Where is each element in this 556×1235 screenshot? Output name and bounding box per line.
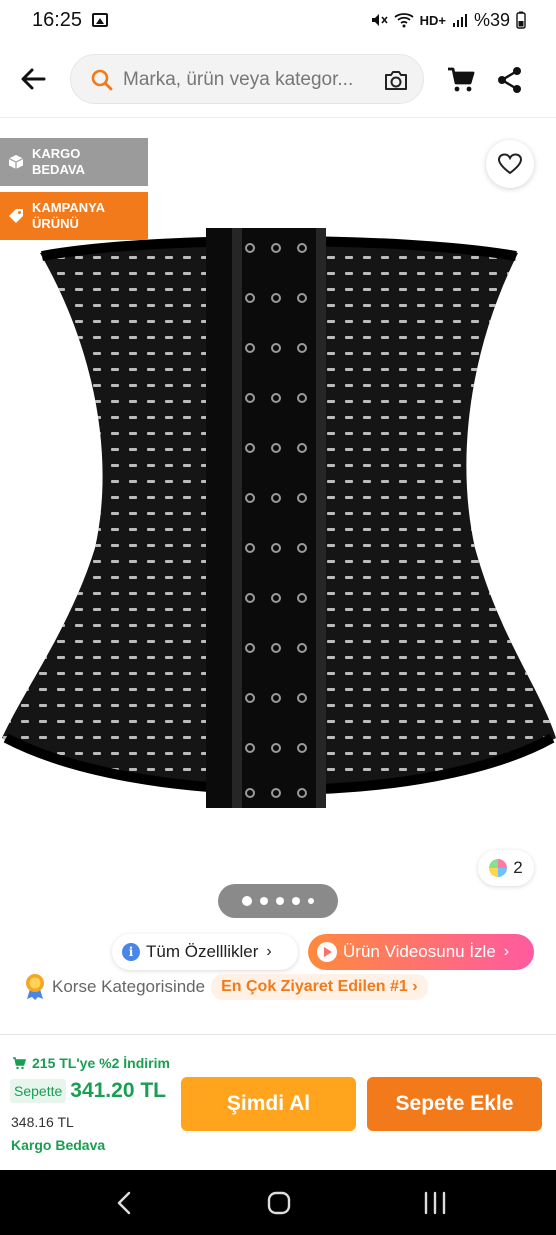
image-pager[interactable] xyxy=(218,884,338,918)
pager-dot[interactable] xyxy=(308,898,314,904)
in-cart-label: Sepette xyxy=(10,1079,67,1103)
status-time: 16:25 xyxy=(32,8,83,31)
cart-icon[interactable] xyxy=(446,65,476,95)
discount-text: 215 TL'ye %2 İndirim xyxy=(32,1055,170,1071)
wifi-icon xyxy=(394,13,414,28)
pager-dot[interactable] xyxy=(292,897,300,905)
camera-icon[interactable] xyxy=(383,67,409,93)
watch-video-label: Ürün Videosunu İzle xyxy=(343,942,496,961)
rank-badge-label: En Çok Ziyaret Edilen #1 xyxy=(221,978,408,995)
battery-percent: %39 xyxy=(473,9,510,30)
color-variants-button[interactable]: 2 xyxy=(478,850,534,886)
gallery-notification-icon xyxy=(92,13,109,27)
cart-small-icon xyxy=(13,1057,26,1070)
cart-price: 341.20 TL xyxy=(70,1079,166,1102)
volte-icon: HD+ xyxy=(419,12,446,28)
pager-dot[interactable] xyxy=(260,897,268,905)
category-rank-row[interactable]: Korse Kategorisinde En Çok Ziyaret Edile… xyxy=(24,970,428,1004)
chevron-right-icon: › xyxy=(503,943,510,960)
play-icon xyxy=(317,942,337,962)
buy-now-button[interactable]: Şimdi Al xyxy=(181,1077,356,1131)
signal-icon xyxy=(452,14,467,27)
app-header xyxy=(0,40,556,118)
chevron-right-icon: › xyxy=(266,943,272,960)
watch-video-chip[interactable]: Ürün Videosunu İzle › xyxy=(308,934,534,970)
search-bar[interactable] xyxy=(70,54,424,105)
tag-icon xyxy=(9,209,23,223)
free-shipping-text: Kargo Bedava xyxy=(11,1137,106,1153)
nav-home-icon[interactable] xyxy=(262,1186,296,1220)
box-icon xyxy=(8,155,24,169)
add-to-cart-button[interactable]: Sepete Ekle xyxy=(367,1077,542,1131)
rank-prefix: Korse Kategorisinde xyxy=(52,977,206,996)
purchase-bar: 215 TL'ye %2 İndirim Sepette 341.20 TL 3… xyxy=(0,1034,556,1170)
free-shipping-label: KARGO BEDAVA xyxy=(32,146,85,177)
nav-recents-icon[interactable] xyxy=(418,1186,452,1220)
system-nav-bar xyxy=(0,1170,556,1235)
nav-back-icon[interactable] xyxy=(108,1186,142,1220)
battery-icon xyxy=(516,11,526,29)
price-row: Sepette 341.20 TL xyxy=(10,1079,166,1103)
campaign-label: KAMPANYA ÜRÜNÜ xyxy=(32,200,105,231)
mute-icon xyxy=(371,14,388,26)
free-shipping-badge: KARGO BEDAVA xyxy=(0,138,148,186)
color-palette-icon xyxy=(489,859,508,877)
pager-dot[interactable] xyxy=(276,897,284,905)
discount-line: 215 TL'ye %2 İndirim xyxy=(12,1055,170,1071)
product-photo-corset[interactable] xyxy=(0,218,556,818)
color-count: 2 xyxy=(513,858,523,877)
favorite-button[interactable] xyxy=(486,140,534,188)
status-left: 16:25 xyxy=(32,8,109,32)
status-bar: 16:25 HD+ %39 xyxy=(0,0,556,40)
all-features-label: Tüm Özelllikler xyxy=(146,942,259,961)
status-right: HD+ %39 xyxy=(370,10,526,31)
all-features-chip[interactable]: i Tüm Özelllikler › xyxy=(112,934,298,970)
original-price: 348.16 TL xyxy=(11,1114,74,1130)
rank-badge[interactable]: En Çok Ziyaret Edilen #1 › xyxy=(211,974,428,1000)
share-icon[interactable] xyxy=(496,65,524,95)
heart-icon xyxy=(498,153,522,175)
back-arrow-icon[interactable] xyxy=(18,64,48,94)
medal-icon xyxy=(26,974,44,1000)
search-icon xyxy=(91,69,113,91)
search-input[interactable] xyxy=(123,55,373,105)
pager-dot-active[interactable] xyxy=(242,896,252,906)
campaign-badge: KAMPANYA ÜRÜNÜ xyxy=(0,192,148,240)
info-icon: i xyxy=(122,943,140,961)
